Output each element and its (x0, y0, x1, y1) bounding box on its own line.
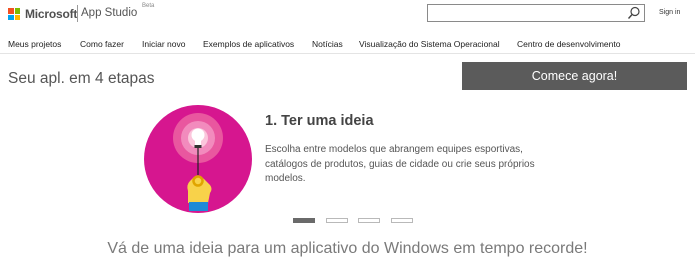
nav-item-start-new[interactable]: Iniciar novo (142, 39, 185, 49)
brand-divider (77, 5, 78, 22)
nav-item-app-examples[interactable]: Exemplos de aplicativos (203, 39, 294, 49)
beta-badge: Beta (142, 3, 155, 9)
nav-item-dev-center[interactable]: Centro de desenvolvimento (517, 39, 620, 49)
search-box[interactable] (427, 4, 645, 22)
carousel-pager (293, 218, 423, 224)
steps-title: Seu apl. em 4 etapas (8, 70, 155, 87)
search-icon[interactable] (627, 6, 641, 20)
carousel-dot[interactable] (293, 218, 315, 223)
sign-in-link[interactable]: Sign in (659, 9, 680, 16)
brand-name[interactable]: Microsoft (25, 7, 77, 21)
tagline: Vá de uma ideia para um aplicativo do Wi… (107, 240, 588, 257)
header: Microsoft App Studio Beta Sign in (0, 0, 695, 30)
step-title: 1. Ter uma ideia (265, 113, 374, 129)
carousel-dot[interactable] (358, 218, 380, 223)
search-input[interactable] (428, 5, 624, 21)
main-nav: Meus projetos Como fazer Iniciar novo Ex… (0, 34, 695, 54)
nav-item-how-to[interactable]: Como fazer (80, 39, 124, 49)
product-name[interactable]: App Studio (81, 7, 137, 19)
get-started-button[interactable]: Comece agora! (462, 62, 687, 90)
lightbulb-idea-icon (144, 105, 252, 213)
nav-item-news[interactable]: Notícias (312, 39, 343, 49)
nav-item-os-preview[interactable]: Visualização do Sistema Operacional (359, 39, 500, 49)
microsoft-logo-icon[interactable] (8, 8, 20, 20)
nav-item-my-projects[interactable]: Meus projetos (8, 39, 61, 49)
step-description: Escolha entre modelos que abrangem equip… (265, 144, 535, 184)
carousel-dot[interactable] (391, 218, 413, 223)
carousel-dot[interactable] (326, 218, 348, 223)
